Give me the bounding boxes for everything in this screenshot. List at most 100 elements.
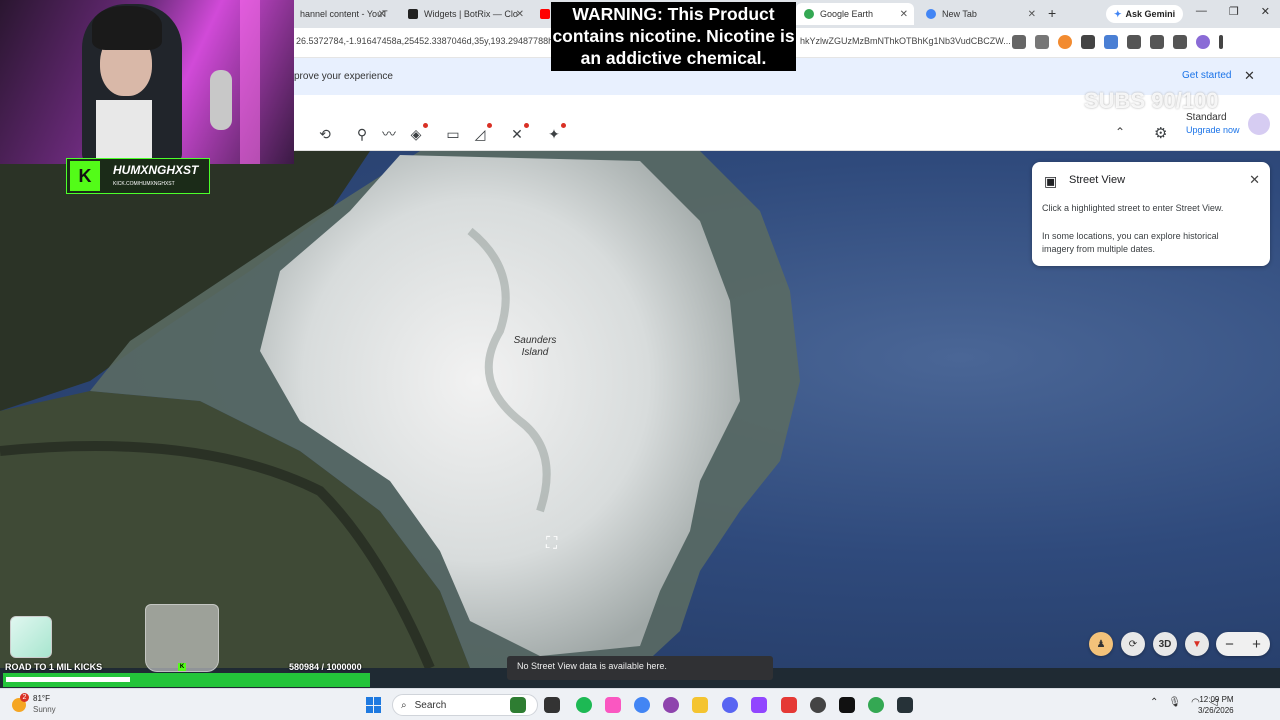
tab-label: hannel content - YouT: [300, 9, 388, 19]
brand-name: HUMXNGHXST: [113, 163, 199, 177]
widget-icon[interactable]: [510, 697, 526, 713]
obs-icon[interactable]: [810, 697, 826, 713]
tab-label: Widgets | BotRix — Clo: [424, 9, 518, 19]
tab-youtube-2[interactable]: [532, 3, 550, 25]
zoom-in-button[interactable]: +: [1252, 636, 1261, 653]
close-tab-icon[interactable]: ✕: [378, 9, 386, 20]
tab-label: Google Earth: [820, 9, 874, 19]
placemark-icon[interactable]: ⚲: [353, 125, 371, 143]
pegman-icon[interactable]: ♟: [1089, 632, 1113, 656]
goal-count: 580984 / 1000000: [289, 662, 362, 672]
neon-light: [240, 0, 260, 164]
terminal-icon[interactable]: [839, 697, 855, 713]
toggle-3d-button[interactable]: 3D: [1153, 632, 1177, 656]
sparkle-ai-icon[interactable]: ✦: [545, 123, 566, 143]
get-started-link[interactable]: Get started: [1182, 70, 1231, 81]
extension-dark-icon[interactable]: [1081, 35, 1095, 49]
zoom-controls: − +: [1216, 632, 1270, 656]
street-view-title: Street View: [1069, 174, 1126, 186]
infobar-message: prove your experience: [294, 71, 393, 82]
search-icon: ⌕: [401, 699, 407, 711]
goal-progress-bar: [3, 673, 370, 687]
bookmark-star-icon[interactable]: [1035, 35, 1049, 49]
tab-botrix[interactable]: Widgets | BotRix — Clo ✕: [400, 3, 530, 25]
ask-gemini-button[interactable]: ✦ Ask Gemini: [1106, 5, 1184, 23]
goal-label: ROAD TO 1 MIL KICKS: [5, 662, 103, 672]
chrome-icon[interactable]: [634, 697, 650, 713]
microphone-icon[interactable]: 🎙: [1168, 697, 1181, 708]
discord-icon[interactable]: [722, 697, 738, 713]
app-dark-icon[interactable]: [897, 697, 913, 713]
reading-list-icon[interactable]: [1173, 35, 1187, 49]
clock-time: 12:09 PM: [1199, 695, 1234, 704]
layers-icon[interactable]: ◈: [407, 123, 428, 143]
kick-brand-badge: K HUMXNGHXST KICK.COM/HUMXNGHXST: [66, 158, 210, 194]
upgrade-link[interactable]: Upgrade now: [1186, 124, 1240, 136]
compass-rotate-icon[interactable]: ⟳: [1121, 632, 1145, 656]
tools-icon[interactable]: ✕: [508, 123, 529, 143]
avatar[interactable]: [1248, 113, 1270, 135]
close-icon[interactable]: ✕: [1244, 68, 1255, 84]
gemini-sparkle-icon: ✦: [1114, 8, 1122, 19]
weather-badge: 2: [20, 693, 29, 702]
extension-icons: [1012, 35, 1223, 49]
tab-google-earth[interactable]: Google Earth ✕: [796, 3, 914, 25]
ruler-icon[interactable]: ▭: [444, 125, 462, 143]
weather-condition[interactable]: Sunny: [33, 705, 56, 714]
chevron-up-icon[interactable]: ⌃: [1115, 125, 1125, 139]
install-icon[interactable]: [1012, 35, 1026, 49]
clock[interactable]: 12:09 PM 3/26/2026: [1198, 694, 1234, 716]
clock-date: 3/26/2026: [1198, 706, 1234, 715]
windows-start-icon[interactable]: [366, 697, 382, 713]
menu-kebab-icon[interactable]: [1219, 35, 1223, 49]
close-tab-icon[interactable]: ✕: [900, 9, 908, 20]
minimize-button[interactable]: —: [1196, 5, 1207, 18]
app-red-icon[interactable]: [781, 697, 797, 713]
plan-info[interactable]: Standard Upgrade now: [1186, 112, 1240, 136]
brand-url: KICK.COM/HUMXNGHXST: [113, 181, 175, 187]
history-icon[interactable]: ⟲: [316, 125, 334, 143]
file-explorer-icon[interactable]: [692, 697, 708, 713]
chart-icon[interactable]: ◿: [471, 123, 492, 143]
zoom-out-button[interactable]: −: [1225, 636, 1234, 653]
spotify-icon[interactable]: [576, 697, 592, 713]
place-label: Saunders Island: [513, 335, 557, 358]
task-view-icon[interactable]: [544, 697, 560, 713]
path-icon[interactable]: 〰: [380, 125, 398, 143]
streamer-hair: [92, 6, 162, 50]
extension-blue-icon[interactable]: [1104, 35, 1118, 49]
cast-icon[interactable]: [1150, 35, 1164, 49]
kick-mini-logo-icon: K: [178, 663, 186, 671]
gear-icon[interactable]: ⚙: [1154, 124, 1167, 142]
tab-youtube[interactable]: hannel content - YouT ✕: [292, 3, 392, 25]
google-earth-favicon-icon: [804, 9, 814, 19]
puzzle-extensions-icon[interactable]: [1127, 35, 1141, 49]
window-controls: — ❐ ✕: [1196, 5, 1270, 18]
tab-new-tab[interactable]: New Tab ✕: [918, 3, 1042, 25]
new-tab-button[interactable]: +: [1048, 5, 1056, 21]
chevron-up-icon[interactable]: ⌃: [1150, 697, 1158, 708]
chrome-profile-icon[interactable]: [868, 697, 884, 713]
microphone: [210, 70, 232, 130]
tab-label: New Tab: [942, 9, 977, 19]
close-window-button[interactable]: ✕: [1261, 5, 1270, 18]
nicotine-warning: WARNING: This Product contains nicotine.…: [551, 2, 796, 71]
twitch-icon[interactable]: [751, 697, 767, 713]
extension-orange-icon[interactable]: [1058, 35, 1072, 49]
profile-avatar-icon[interactable]: [1196, 35, 1210, 49]
webcam-overlay: [0, 0, 294, 164]
glass-decoration: [145, 604, 219, 672]
goal-progress-fill: [6, 677, 130, 682]
botrix-favicon-icon: [408, 9, 418, 19]
maximize-button[interactable]: ❐: [1229, 5, 1239, 18]
streamer-shirt: [96, 100, 152, 164]
street-view-history-hint: In some locations, you can explore histo…: [1042, 231, 1219, 254]
itunes-icon[interactable]: [605, 697, 621, 713]
close-icon[interactable]: ✕: [1249, 172, 1260, 188]
app-purple-icon[interactable]: [663, 697, 679, 713]
close-tab-icon[interactable]: ✕: [1028, 9, 1036, 20]
close-tab-icon[interactable]: ✕: [516, 9, 524, 20]
temperature[interactable]: 81°F: [33, 694, 50, 703]
goal-widget-icon: [10, 616, 52, 658]
compass-needle-icon[interactable]: ▼: [1185, 632, 1209, 656]
